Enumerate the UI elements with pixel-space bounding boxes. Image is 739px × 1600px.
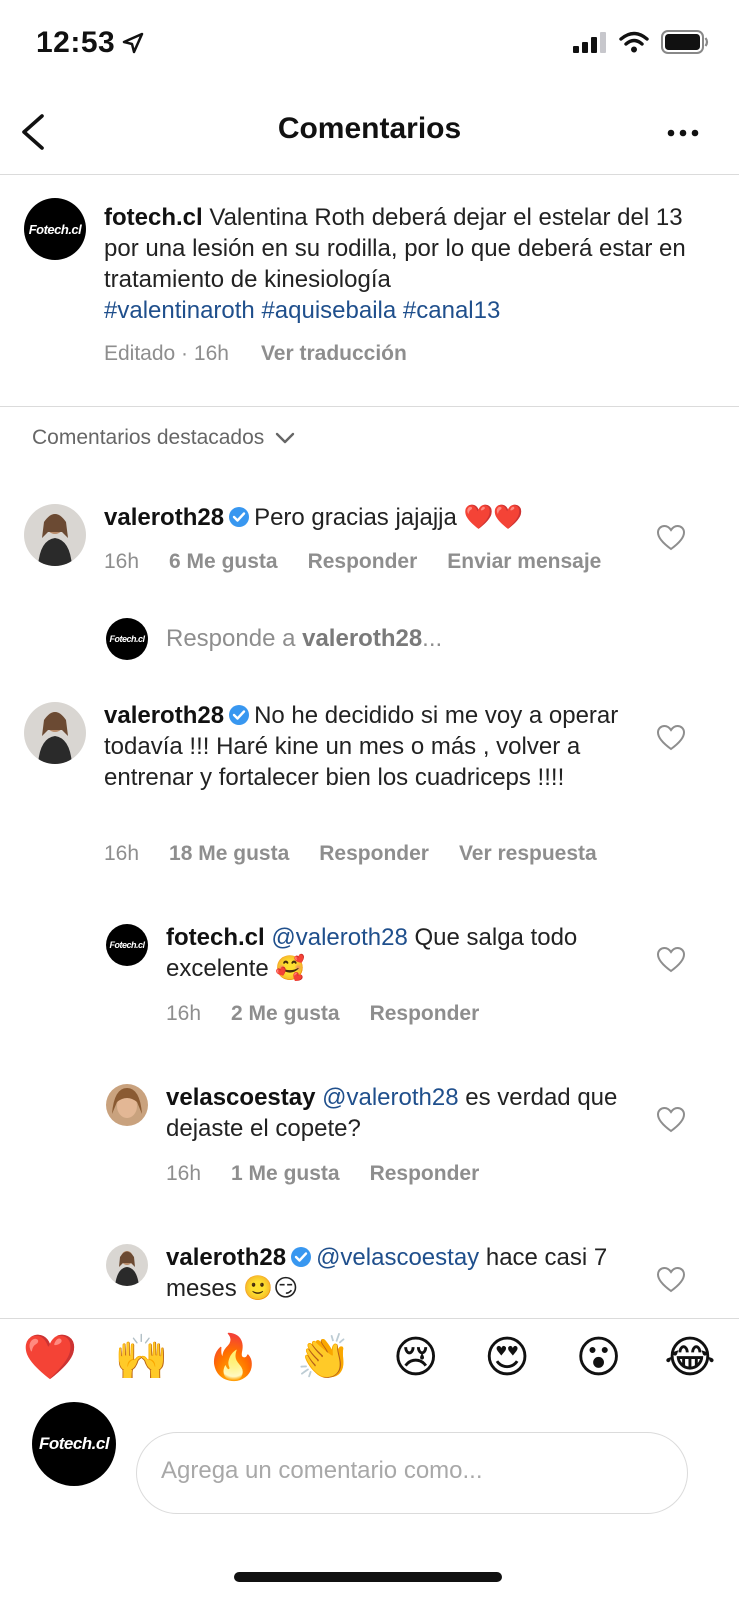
status-time: 12:53 (36, 26, 116, 59)
emoji-surprised-button[interactable]: 😮 (569, 1327, 629, 1387)
header: Comentarios (0, 92, 739, 175)
comment-meta: 16h 6 Me gusta Responder Enviar mensaje (104, 550, 601, 574)
send-message-button[interactable]: Enviar mensaje (447, 550, 601, 574)
hashtag[interactable]: #canal13 (403, 297, 500, 324)
comment-time: 16h (104, 550, 140, 573)
like-heart-icon[interactable] (656, 1266, 686, 1294)
comment-input-placeholder: Agrega un comentario como... (161, 1457, 483, 1484)
reply-button[interactable]: Responder (308, 550, 418, 574)
reply-button[interactable]: Responder (370, 1162, 480, 1186)
comment-input[interactable]: Agrega un comentario como... (136, 1432, 688, 1514)
avatar[interactable] (106, 1084, 148, 1126)
emoji-heart-eyes-button[interactable]: 😍 (477, 1327, 537, 1387)
reply: velascoestay @valeroth28 es verdad que d… (166, 1082, 636, 1144)
mention-link[interactable]: @valeroth28 (271, 924, 407, 951)
reply-username[interactable]: fotech.cl (166, 924, 265, 951)
emoji-crying-button[interactable]: 😢 (386, 1327, 446, 1387)
like-heart-icon[interactable] (656, 946, 686, 974)
wifi-icon (619, 31, 649, 53)
caption-meta: Editado · 16h Ver traducción (104, 342, 407, 366)
reply-time: 16h (166, 1162, 202, 1185)
reply-prompt-text: Responde a valeroth28... (166, 625, 442, 653)
chevron-down-icon (276, 432, 295, 444)
status-indicators (573, 30, 709, 54)
caption-timestamp: Editado · 16h (104, 342, 229, 365)
avatar-logo-text: Fotech.cl (109, 940, 145, 950)
section-label: Comentarios destacados (32, 426, 265, 449)
avatar[interactable] (106, 1244, 148, 1286)
avatar[interactable]: Fotech.cl (106, 924, 148, 966)
likes-count[interactable]: 1 Me gusta (231, 1162, 340, 1186)
mention-link[interactable]: @velascoestay (316, 1244, 479, 1271)
battery-icon (661, 30, 709, 54)
reply-time: 16h (166, 1002, 202, 1025)
avatar-logo-text: Fotech.cl (109, 634, 145, 644)
reply: valeroth28 @velascoestay hace casi 7 mese… (166, 1242, 636, 1304)
like-heart-icon[interactable] (656, 524, 686, 552)
avatar-logo-text: Fotech.cl (28, 221, 82, 237)
hashtag[interactable]: #valentinaroth (104, 297, 255, 324)
emoji-clap-button[interactable]: 👏 (294, 1327, 354, 1387)
comment-username[interactable]: valeroth28 (104, 504, 224, 531)
comment-meta: 16h 18 Me gusta Responder Ver respuesta (104, 842, 597, 866)
reply-meta: 16h 2 Me gusta Responder (166, 1002, 479, 1026)
likes-count[interactable]: 6 Me gusta (169, 550, 278, 574)
emoji-heart-button[interactable]: ❤️ (20, 1327, 80, 1387)
comment-username[interactable]: valeroth28 (104, 702, 224, 729)
reply-prompt-username: valeroth28 (302, 625, 423, 652)
like-heart-icon[interactable] (656, 1106, 686, 1134)
emoji-fire-button[interactable]: 🔥 (203, 1327, 263, 1387)
profile-photo (106, 1084, 148, 1126)
current-user-avatar: Fotech.cl (32, 1402, 116, 1486)
location-arrow-icon (122, 32, 144, 54)
like-heart-icon[interactable] (656, 724, 686, 752)
reply-prompt-prefix: Responde a (166, 625, 303, 652)
reply: fotech.cl @valeroth28 Que salga todo exc… (166, 922, 636, 984)
signal-icon (573, 32, 606, 53)
caption-username[interactable]: fotech.cl (104, 204, 203, 231)
comment: valeroth28 Pero gracias jajajja ❤️❤️ (104, 502, 664, 533)
avatar[interactable]: Fotech.cl (24, 198, 86, 260)
likes-count[interactable]: 18 Me gusta (169, 842, 289, 866)
comment-time: 16h (104, 842, 140, 865)
verified-badge-icon (229, 705, 250, 725)
profile-photo (106, 1244, 148, 1286)
quick-emoji-bar: ❤️ 🙌 🔥 👏 😢 😍 😮 😂 (0, 1318, 739, 1391)
more-options-icon[interactable] (663, 118, 703, 148)
mention-link[interactable]: @valeroth28 (322, 1084, 458, 1111)
emoji-laughing-button[interactable]: 😂 (660, 1327, 720, 1387)
comment-text: Pero gracias jajajja ❤️❤️ (254, 504, 524, 531)
emoji-row: ❤️ 🙌 🔥 👏 😢 😍 😮 😂 (20, 1327, 720, 1387)
reply-prompt[interactable]: Fotech.cl Responde a valeroth28... (106, 618, 442, 660)
avatar[interactable] (24, 702, 86, 764)
post-caption: Fotech.cl fotech.cl Valentina Roth deber… (0, 174, 739, 407)
home-indicator[interactable] (234, 1572, 502, 1582)
reply-button[interactable]: Responder (319, 842, 429, 866)
avatar: Fotech.cl (106, 618, 148, 660)
hashtag[interactable]: #aquisebaila (261, 297, 396, 324)
profile-photo (24, 702, 86, 764)
verified-badge-icon (229, 507, 250, 527)
avatar[interactable] (24, 504, 86, 566)
reply-button[interactable]: Responder (370, 1002, 480, 1026)
emoji-raised-hands-button[interactable]: 🙌 (111, 1327, 171, 1387)
likes-count[interactable]: 2 Me gusta (231, 1002, 340, 1026)
view-replies-button[interactable]: Ver respuesta (459, 842, 597, 866)
comment: valeroth28 No he decidido si me voy a ope… (104, 700, 644, 793)
translate-link[interactable]: Ver traducción (261, 342, 407, 366)
verified-badge-icon (291, 1247, 312, 1267)
avatar-logo-text: Fotech.cl (38, 1434, 110, 1453)
caption-body: fotech.cl Valentina Roth deberá dejar el… (104, 202, 714, 326)
reply-meta: 16h 1 Me gusta Responder (166, 1162, 479, 1186)
page-title: Comentarios (277, 112, 462, 145)
profile-photo (24, 504, 86, 566)
reply-prompt-suffix: ... (422, 625, 443, 652)
featured-comments-selector[interactable]: Comentarios destacados (32, 426, 296, 450)
reply-username[interactable]: velascoestay (166, 1084, 315, 1111)
reply-username[interactable]: valeroth28 (166, 1244, 286, 1271)
